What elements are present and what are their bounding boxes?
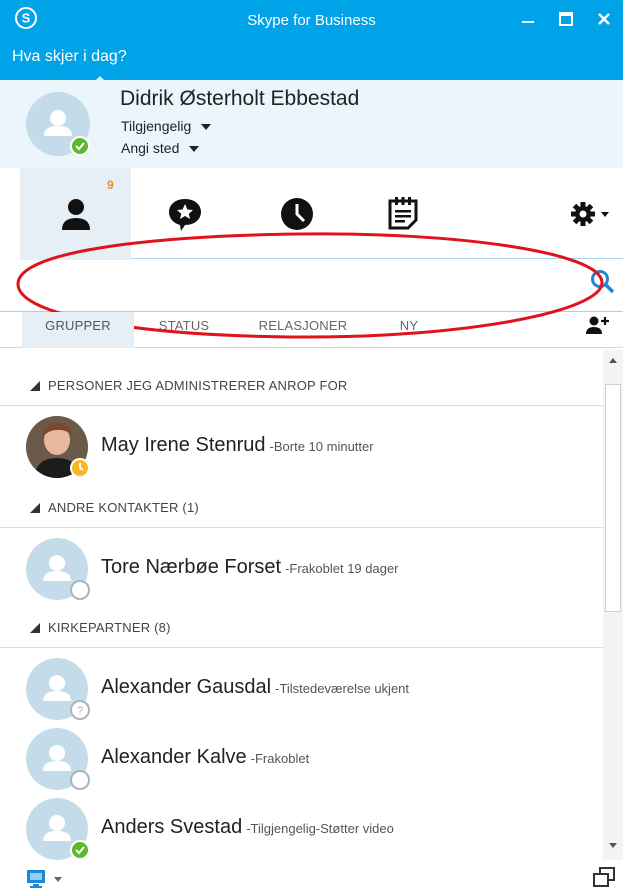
contact-status: -Tilstedeværelse ukjent: [275, 681, 410, 696]
tab-meetings[interactable]: [368, 168, 438, 260]
contact-name: Alexander Gausdal -Tilstedeværelse ukjent: [101, 676, 409, 699]
gear-icon: [571, 202, 609, 226]
scroll-up-button[interactable]: [605, 352, 621, 368]
contact-row[interactable]: May Irene Stenrud -Borte 10 minutter: [0, 410, 603, 478]
contact-status: -Frakoblet: [250, 751, 310, 766]
clock-icon: [281, 198, 313, 230]
profile-name: Didrik Østerholt Ebbestad: [120, 87, 360, 110]
minimize-icon: [522, 21, 534, 23]
maximize-icon: [559, 12, 573, 26]
filter-groups[interactable]: GRUPPER: [22, 312, 134, 348]
location-label: Angi sted: [121, 140, 180, 156]
scroll-down-button[interactable]: [605, 838, 621, 854]
contact-name: Alexander Kalve -Frakoblet: [101, 746, 309, 769]
chevron-up-icon: [609, 358, 617, 363]
contact-name-text: Tore Nærbøe Forset: [101, 556, 282, 578]
location-dropdown[interactable]: Angi sted: [121, 140, 200, 156]
contact-name: Anders Svestad -Tilgjengelig-Støtter vide…: [101, 816, 394, 839]
chevron-down-icon: [609, 843, 617, 848]
bottom-bar: [0, 863, 623, 893]
chat-star-icon: [169, 199, 201, 231]
tab-conversations[interactable]: [150, 168, 220, 260]
tab-contacts[interactable]: [20, 168, 131, 260]
collapse-triangle-icon: [30, 503, 40, 513]
filter-status[interactable]: STATUS: [148, 312, 220, 348]
collapse-triangle-icon: [30, 623, 40, 633]
chevron-down-icon: [189, 146, 200, 153]
contact-row[interactable]: ? Alexander Gausdal -Tilstedeværelse ukje…: [0, 652, 603, 720]
collapse-triangle-icon: [30, 381, 40, 391]
minimize-button[interactable]: [514, 6, 542, 32]
contact-name-text: Alexander Kalve: [101, 746, 247, 768]
status-dropdown[interactable]: Tilgjengelig: [121, 118, 212, 134]
group-label: PERSONER JEG ADMINISTRERER ANROP FOR: [48, 378, 348, 393]
contact-name-text: Anders Svestad: [101, 816, 243, 838]
contact-status: -Borte 10 minutter: [269, 439, 374, 454]
contact-name-text: May Irene Stenrud: [101, 434, 266, 456]
chevron-down-icon: [601, 212, 609, 217]
group-header[interactable]: ANDRE KONTAKTER (1): [0, 488, 603, 528]
settings-button[interactable]: [560, 168, 620, 260]
presence-available-icon: [70, 840, 90, 860]
search-icon[interactable]: [588, 268, 616, 296]
presence-offline-icon: [70, 580, 90, 600]
tab-recent[interactable]: [262, 168, 332, 260]
meetings-icon: [388, 197, 418, 230]
contact-status: -Frakoblet 19 dager: [285, 561, 399, 576]
contact-status: -Tilgjengelig-Støtter video: [246, 821, 394, 836]
search-input[interactable]: [26, 264, 586, 304]
scrollbar-thumb[interactable]: [605, 384, 621, 612]
filter-new[interactable]: NY: [384, 312, 434, 348]
close-button[interactable]: [590, 6, 618, 32]
group-header[interactable]: KIRKEPARTNER (8): [0, 608, 603, 648]
maximize-button[interactable]: [552, 6, 580, 32]
group-label: ANDRE KONTAKTER (1): [48, 500, 199, 515]
screen-share-icon[interactable]: [26, 868, 66, 890]
contact-row[interactable]: Alexander Kalve -Frakoblet: [0, 722, 603, 790]
mood-pointer: [92, 76, 108, 84]
popout-icon[interactable]: [592, 866, 616, 890]
contact-name: Tore Nærbøe Forset -Frakoblet 19 dager: [101, 556, 399, 579]
group-header[interactable]: PERSONER JEG ADMINISTRERER ANROP FOR: [0, 366, 603, 406]
chevron-down-icon: [201, 124, 212, 131]
contact-name-text: Alexander Gausdal: [101, 676, 272, 698]
contact-name: May Irene Stenrud -Borte 10 minutter: [101, 434, 374, 457]
status-label: Tilgjengelig: [121, 118, 192, 134]
group-label: KIRKEPARTNER (8): [48, 620, 171, 635]
svg-text:?: ?: [77, 705, 83, 717]
presence-away-icon: [70, 458, 90, 478]
contact-row[interactable]: Anders Svestad -Tilgjengelig-Støtter vide…: [0, 792, 603, 860]
contacts-badge: 9: [107, 178, 114, 192]
close-icon: [598, 13, 610, 25]
presence-offline-icon: [70, 770, 90, 790]
presence-unknown-icon: ?: [70, 700, 90, 720]
mood-message[interactable]: Hva skjer i dag?: [12, 48, 127, 66]
add-contact-icon[interactable]: [583, 313, 613, 337]
presence-available-icon: [70, 136, 90, 156]
person-icon: [61, 199, 90, 230]
contact-row[interactable]: Tore Nærbøe Forset -Frakoblet 19 dager: [0, 532, 603, 600]
filter-relationships[interactable]: RELASJONER: [248, 312, 358, 348]
